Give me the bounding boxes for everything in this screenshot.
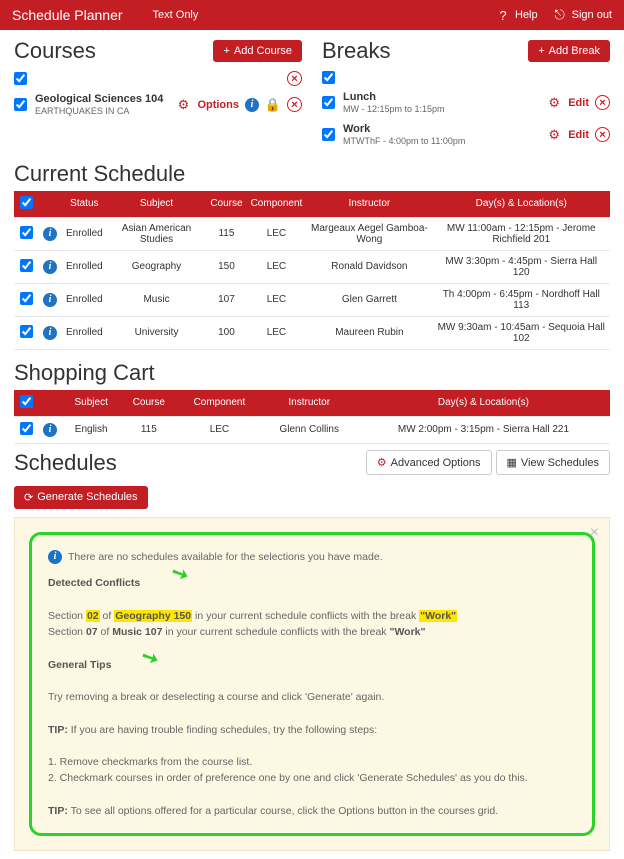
break-row [322,68,610,87]
advanced-options-button[interactable]: ⚙Advanced Options [366,450,492,475]
table-row: iEnrolledMusic107LECGlen GarrettTh 4:00p… [14,283,610,316]
help-link[interactable]: ?Help [495,7,538,23]
info-icon[interactable]: i [43,260,57,274]
break-checkbox[interactable] [322,71,335,84]
text-only-link[interactable]: Text Only [153,9,199,21]
breaks-panel: Breaks +Add Break Lunch MW - 12:15pm to … [322,38,610,151]
delete-icon[interactable]: × [595,127,610,142]
break-row: Lunch MW - 12:15pm to 1:15pm ⚙ Edit × [322,87,610,119]
info-icon[interactable]: i [43,423,57,437]
generate-schedules-button[interactable]: ⟳Generate Schedules [14,486,148,509]
course-checkbox[interactable] [14,72,27,85]
gear-icon[interactable]: ⚙ [546,127,562,143]
conflict-line: Section 02 of Geography 150 in your curr… [48,608,576,624]
general-tips-heading: General Tips [48,659,111,671]
signout-link[interactable]: ⎋Sign out [552,7,612,23]
tip-line: TIP: To see all options offered for a pa… [48,803,576,819]
breaks-heading: Breaks [322,38,528,64]
topbar: Schedule Planner Text Only ?Help ⎋Sign o… [0,0,624,30]
tip-line: 2. Checkmark courses in order of prefere… [48,770,576,786]
break-checkbox[interactable] [322,96,335,109]
lock-icon: 🔒 [265,97,281,113]
break-time: MTWThF - 4:00pm to 11:00pm [343,136,540,148]
current-schedule-heading: Current Schedule [14,161,610,187]
gear-icon[interactable]: ⚙ [546,95,562,111]
calendar-icon: ▦ [507,456,517,469]
delete-icon[interactable]: × [595,95,610,110]
table-row: iEnrolledUniversity100LECMaureen RubinMW… [14,316,610,349]
row-checkbox[interactable] [20,259,33,272]
table-row: iEnglish115LECGlenn CollinsMW 2:00pm - 3… [14,416,610,443]
alert-message: There are no schedules available for the… [68,549,383,565]
delete-icon[interactable]: × [287,97,302,112]
info-icon[interactable]: i [245,98,259,112]
break-title: Work [343,122,540,136]
row-checkbox[interactable] [20,292,33,305]
select-all-checkbox[interactable] [20,196,33,209]
courses-panel: Courses +Add Course × Geological Science… [14,38,302,151]
course-row: Geological Sciences 104 EARTHQUAKES IN C… [14,89,302,121]
shopping-cart-heading: Shopping Cart [14,360,610,386]
plus-icon: + [538,45,544,57]
help-icon: ? [495,7,511,23]
tip-line: Try removing a break or deselecting a co… [48,689,576,705]
select-all-checkbox[interactable] [20,395,33,408]
table-row: iEnrolledGeography150LECRonald DavidsonM… [14,250,610,283]
shopping-cart-table: SubjectCourseComponentInstructorDay(s) &… [14,390,610,444]
current-schedule-table: StatusSubjectCourseComponentInstructorDa… [14,191,610,350]
gear-icon[interactable]: ⚙ [175,97,191,113]
app-title: Schedule Planner [12,7,123,23]
info-icon[interactable]: i [43,326,57,340]
add-break-button[interactable]: +Add Break [528,40,610,62]
gear-icon: ⚙ [377,456,387,469]
tip-line: TIP: If you are having trouble finding s… [48,722,576,738]
row-checkbox[interactable] [20,226,33,239]
break-title: Lunch [343,90,540,104]
detected-conflicts-heading: Detected Conflicts [48,577,140,589]
plus-icon: + [223,45,229,57]
add-course-button[interactable]: +Add Course [213,40,302,62]
courses-heading: Courses [14,38,213,64]
info-icon[interactable]: i [43,227,57,241]
conflict-line: Section 07 of Music 107 in your current … [48,624,576,640]
delete-icon[interactable]: × [287,71,302,86]
edit-link[interactable]: Edit [568,129,589,141]
break-checkbox[interactable] [322,128,335,141]
break-row: Work MTWThF - 4:00pm to 11:00pm ⚙ Edit × [322,119,610,151]
alert-panel: × ➘ ➘ iThere are no schedules available … [14,517,610,851]
info-icon: i [48,550,62,564]
course-title: Geological Sciences 104 [35,92,169,106]
options-link[interactable]: Options [197,99,239,111]
row-checkbox[interactable] [20,422,33,435]
course-checkbox[interactable] [14,98,27,111]
break-time: MW - 12:15pm to 1:15pm [343,104,540,116]
row-checkbox[interactable] [20,325,33,338]
view-schedules-button[interactable]: ▦View Schedules [496,450,610,475]
signout-icon: ⎋ [552,7,568,23]
schedules-heading: Schedules [14,450,366,476]
info-icon[interactable]: i [43,293,57,307]
table-row: iEnrolledAsian American Studies115LECMar… [14,217,610,250]
refresh-icon: ⟳ [24,491,33,504]
course-row: × [14,68,302,89]
edit-link[interactable]: Edit [568,97,589,109]
tip-line: 1. Remove checkmarks from the course lis… [48,754,576,770]
course-subtitle: EARTHQUAKES IN CA [35,106,169,118]
